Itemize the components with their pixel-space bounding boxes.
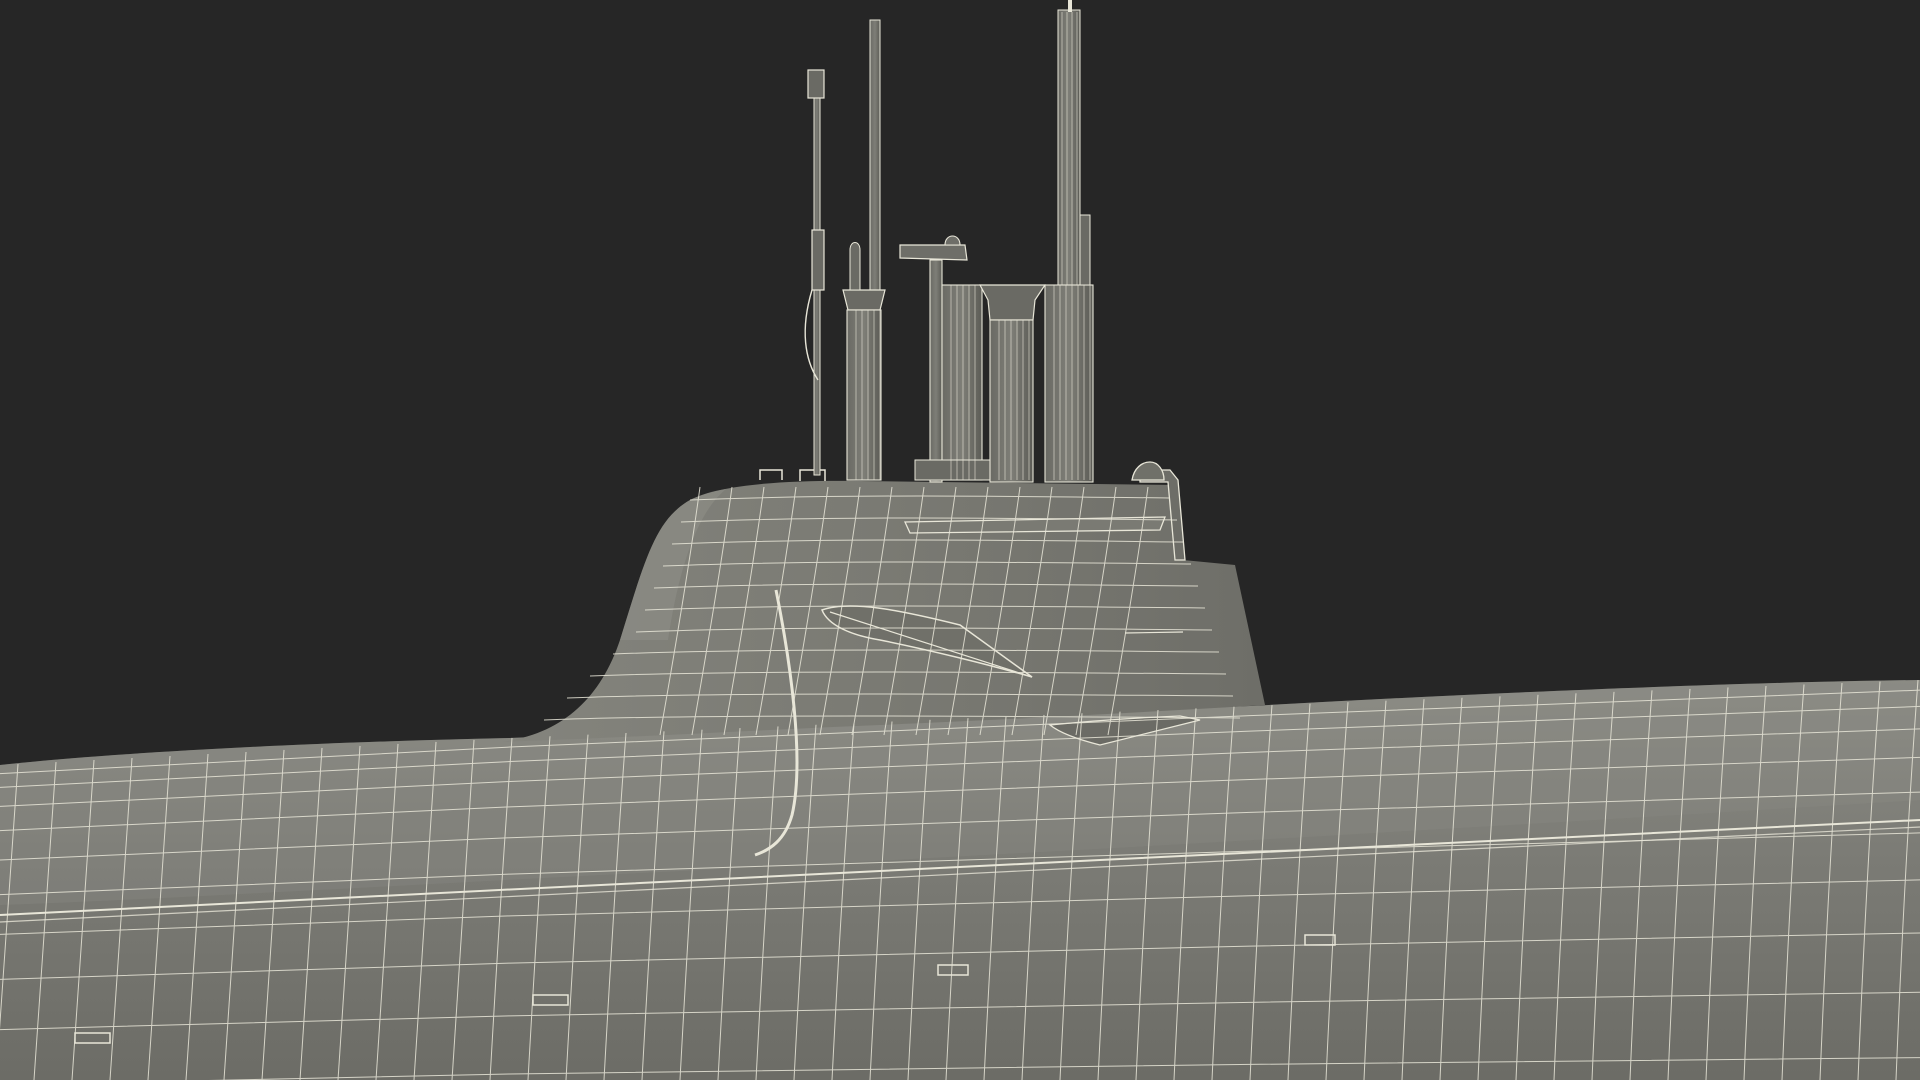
periscope-masts [804, 0, 1094, 483]
mast-antenna-left [804, 69, 825, 476]
mast-tall-right [1044, 0, 1094, 483]
submarine-render [0, 0, 1920, 1080]
mast-flared [979, 284, 1047, 483]
mast-radar [899, 235, 991, 483]
submarine-hull [0, 680, 1920, 1080]
